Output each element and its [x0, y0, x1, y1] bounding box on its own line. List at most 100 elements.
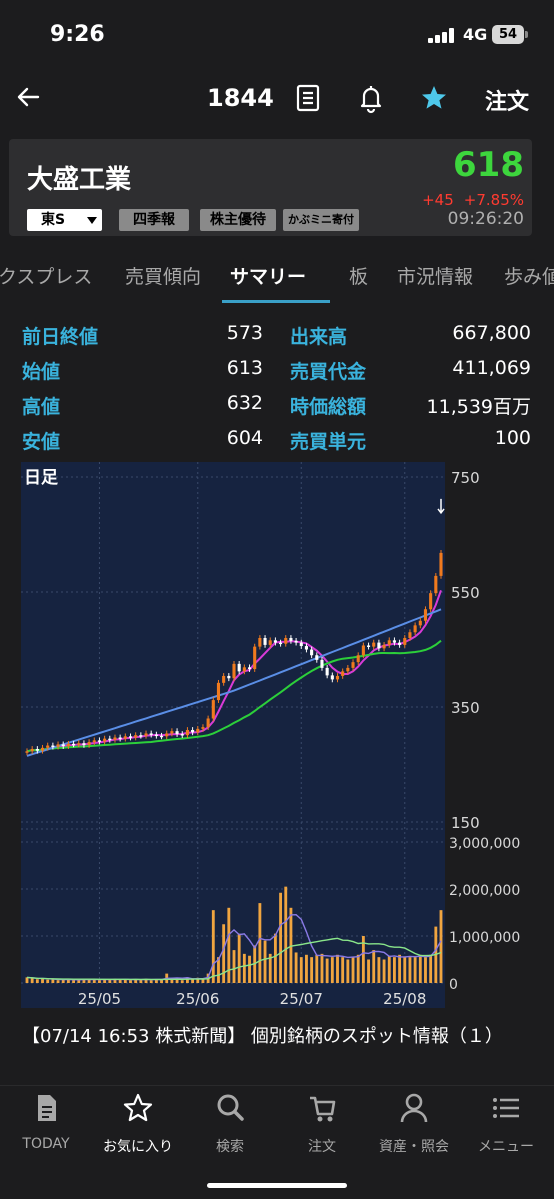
- price-tick-label: 750: [451, 469, 480, 487]
- summary-label: 売買単元: [290, 431, 367, 453]
- candle-body: [315, 655, 319, 660]
- candle-body: [113, 737, 117, 740]
- nav-today[interactable]: TODAY: [0, 1092, 92, 1162]
- volume-tick-label: 3,000,000: [449, 836, 520, 852]
- candle-body: [144, 733, 148, 736]
- x-tick-label: 25/05: [78, 990, 121, 1008]
- candle-body: [242, 667, 246, 672]
- candle-body: [61, 744, 65, 747]
- candle-body: [341, 671, 345, 676]
- volume-bar: [30, 978, 34, 983]
- x-tick-label: 25/08: [383, 990, 426, 1008]
- candle-body: [346, 667, 350, 672]
- summary-label: 安値: [22, 431, 61, 453]
- candle-body: [222, 675, 226, 683]
- candle-body: [191, 730, 195, 733]
- cart-icon: [310, 1096, 336, 1122]
- favorite-star-icon[interactable]: [419, 82, 449, 114]
- candle-body: [294, 640, 298, 643]
- news-headline[interactable]: 【07/14 16:53 株式新聞】 個別銘柄のスポット情報（１）: [22, 1023, 532, 1050]
- market-label: 東S: [41, 212, 66, 228]
- candle-body: [25, 751, 29, 753]
- candle-body: [273, 640, 277, 643]
- summary-label: 高値: [22, 396, 61, 418]
- chart-period-label: 日足: [24, 468, 58, 488]
- candle-body: [289, 638, 293, 641]
- order-button[interactable]: 注文: [485, 84, 529, 116]
- shikiho-tag[interactable]: 四季報: [119, 209, 189, 231]
- price-chart[interactable]: 750 550 350 150 3,000,000 2,000,000 1,000,000 0…: [21, 462, 533, 1008]
- summary-label: 始値: [22, 361, 61, 383]
- nav-menu[interactable]: メニュー: [460, 1092, 552, 1162]
- back-arrow-icon[interactable]: [14, 82, 44, 112]
- candle-body: [87, 742, 91, 745]
- volume-bar: [56, 980, 60, 983]
- candle-body: [330, 675, 334, 680]
- shareholder-benefit-tag[interactable]: 株主優待: [200, 209, 276, 231]
- volume-bar: [382, 959, 386, 983]
- candle-body: [92, 740, 96, 743]
- kabumini-tag[interactable]: かぶミニ寄付: [283, 209, 359, 231]
- summary-label: 前日終値: [22, 326, 99, 348]
- nav-order[interactable]: 注文: [276, 1092, 368, 1162]
- volume-bar: [372, 950, 376, 983]
- tab-summary[interactable]: サマリー: [230, 262, 306, 289]
- candle-body: [149, 733, 153, 735]
- volume-bar: [429, 954, 433, 983]
- candle-body: [299, 642, 303, 647]
- tab-trade-trend[interactable]: 売買傾向: [125, 262, 201, 289]
- candle-body: [103, 738, 107, 742]
- candle-body: [237, 663, 241, 672]
- tab-tick[interactable]: 歩み値: [504, 262, 554, 289]
- battery-icon: 54: [492, 25, 528, 44]
- x-tick-label: 25/07: [280, 990, 323, 1008]
- volume-bar: [180, 980, 184, 983]
- candle-body: [154, 734, 158, 737]
- tab-bar: クスプレス 売買傾向 サマリー 板 市況情報 歩み値: [0, 244, 554, 304]
- nav-assets[interactable]: 資産・照会: [368, 1092, 460, 1162]
- volume-bar: [356, 954, 360, 983]
- candle-body: [361, 645, 365, 656]
- nav-search[interactable]: 検索: [184, 1092, 276, 1162]
- quote-card: 大盛工業 618 +45 +7.85% 09:26:20 東S 四季報 株主優待 …: [9, 139, 532, 236]
- volume-bar: [258, 903, 262, 983]
- menu-icon: [493, 1098, 519, 1118]
- candle-body: [387, 640, 391, 645]
- chart-canvas[interactable]: 750 550 350 150 3,000,000 2,000,000 1,000,000 0…: [21, 462, 533, 1008]
- status-bar: 9:26 4G 54: [0, 0, 554, 70]
- tab-market-info[interactable]: 市況情報: [397, 262, 473, 289]
- volume-bar: [393, 957, 396, 983]
- market-select[interactable]: 東S: [27, 209, 102, 231]
- candle-body: [263, 638, 267, 645]
- candle-body: [175, 731, 179, 735]
- bell-icon[interactable]: [356, 82, 386, 114]
- summary-table: 前日終値 573 始値 613 高値 632 安値 604 出来高 667,80…: [0, 316, 554, 456]
- person-icon: [400, 1093, 428, 1123]
- volume-bar: [424, 957, 427, 983]
- summary-value: 632: [226, 392, 263, 414]
- document-icon[interactable]: [293, 82, 323, 114]
- summary-label: 売買代金: [290, 361, 367, 383]
- candle-body: [356, 655, 360, 663]
- volume-bar: [242, 953, 246, 983]
- search-icon: [217, 1094, 244, 1121]
- candle-body: [392, 640, 396, 643]
- candle-body: [403, 638, 407, 645]
- tab-board[interactable]: 板: [349, 262, 368, 289]
- candle-body: [227, 675, 231, 679]
- volume-bar: [35, 979, 39, 983]
- volume-bar: [387, 955, 391, 983]
- candle-body: [335, 675, 340, 680]
- tab-express[interactable]: クスプレス: [0, 262, 92, 289]
- candle-body: [320, 659, 324, 668]
- candle-body: [232, 663, 236, 679]
- candle-body: [66, 743, 70, 747]
- volume-bar: [299, 957, 303, 983]
- header: 1844 注文: [0, 70, 554, 130]
- candle-body: [247, 667, 252, 670]
- volume-bar: [98, 980, 101, 983]
- nav-favorites[interactable]: お気に入り: [92, 1092, 184, 1162]
- volume-bar: [315, 954, 319, 983]
- summary-value: 100: [494, 427, 531, 449]
- volume-bar: [413, 957, 417, 983]
